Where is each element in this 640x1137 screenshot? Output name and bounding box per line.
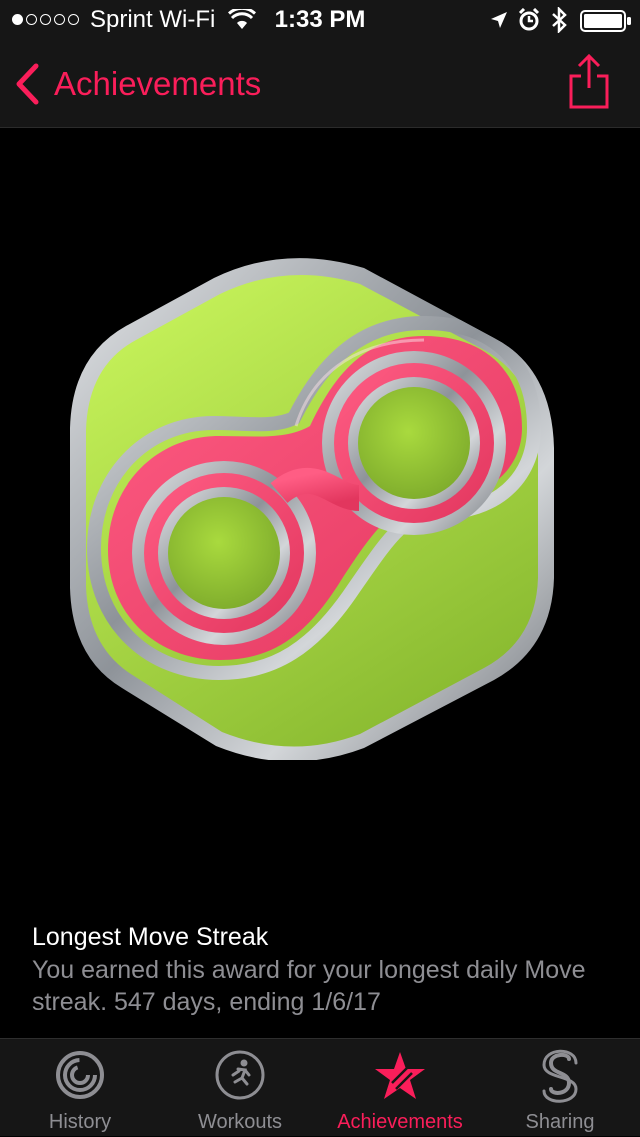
location-arrow-icon (491, 12, 507, 28)
bluetooth-icon (552, 7, 567, 33)
clock-time: 1:33 PM (274, 6, 366, 33)
tab-workouts[interactable]: Workouts (160, 1039, 320, 1137)
achievements-star-icon (375, 1052, 425, 1099)
infinity-streak-badge-icon (70, 258, 554, 760)
tab-bar: History Workouts Achievements Sharing (0, 1038, 640, 1136)
award-description: You earned this award for your longest d… (32, 956, 586, 1016)
history-rings-icon (56, 1051, 104, 1099)
sharing-icon (542, 1049, 578, 1103)
chevron-left-icon (16, 63, 39, 105)
navigation-bar: Achievements (0, 40, 640, 128)
tab-history[interactable]: History (0, 1039, 160, 1137)
tab-sharing[interactable]: Sharing (480, 1039, 640, 1137)
tab-sharing-label: Sharing (525, 1111, 595, 1133)
workouts-runner-icon (215, 1050, 265, 1100)
tab-workouts-label: Workouts (197, 1111, 283, 1133)
share-icon[interactable] (566, 54, 612, 110)
tab-achievements[interactable]: Achievements (320, 1039, 480, 1137)
battery-icon (580, 10, 631, 32)
back-button-label: Achievements (54, 65, 262, 102)
award-title: Longest Move Streak (32, 923, 269, 951)
back-button[interactable]: Achievements (14, 60, 261, 108)
tab-achievements-label: Achievements (337, 1111, 463, 1133)
alarm-clock-icon (518, 8, 540, 31)
status-bar: Sprint Wi-Fi 1:33 PM (0, 0, 640, 40)
tab-history-label: History (48, 1111, 112, 1133)
